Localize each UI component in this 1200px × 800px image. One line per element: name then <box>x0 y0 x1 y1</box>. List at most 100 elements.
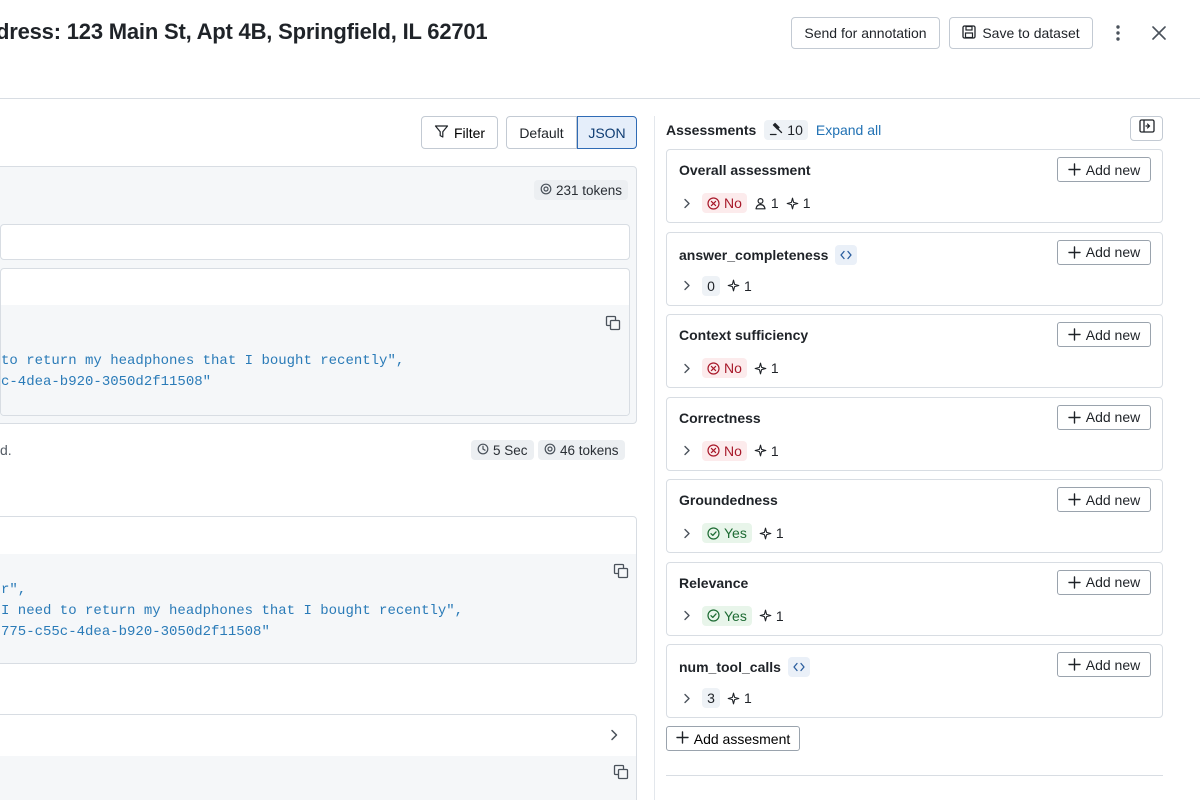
expand-all-link[interactable]: Expand all <box>816 122 881 138</box>
check-circle-icon <box>707 526 720 540</box>
chevron-right-icon[interactable] <box>679 608 695 624</box>
filter-label: Filter <box>453 124 486 141</box>
assessment-title-row: Overall assessment <box>679 162 811 178</box>
ai-judge-count: 1 <box>754 360 779 376</box>
add-new-label: Add new <box>1085 161 1141 178</box>
copy-icon[interactable] <box>605 315 621 331</box>
save-to-dataset-label: Save to dataset <box>982 25 1080 41</box>
filter-button[interactable]: Filter <box>421 116 498 149</box>
assessment-name: Relevance <box>679 574 749 591</box>
code-icon <box>835 244 858 265</box>
copy-icon[interactable] <box>613 563 629 579</box>
code-line: I need to return my headphones that I bo… <box>1 603 464 619</box>
code-line: c-4dea-b920-3050d2f11508" <box>1 374 212 390</box>
close-icon[interactable] <box>1148 22 1170 44</box>
copy-icon[interactable] <box>613 764 629 780</box>
code-line: r", <box>1 582 27 598</box>
assessment-value: Yes <box>724 607 747 624</box>
chevron-right-icon[interactable] <box>679 690 695 706</box>
add-new-button[interactable]: Add new <box>1057 652 1151 677</box>
code-block <box>0 756 636 800</box>
more-options-icon[interactable] <box>1108 22 1128 44</box>
assessment-result-row: No 1 1 <box>679 193 811 213</box>
chevron-right-icon[interactable] <box>679 278 695 294</box>
assessment-card: Overall assessment Add new No 1 1 <box>666 149 1163 223</box>
token-count-text: 46 tokens <box>560 442 619 458</box>
filter-icon <box>434 124 449 142</box>
ai-judge-count-value: 1 <box>744 277 752 294</box>
sparkle-icon <box>727 279 740 292</box>
assessment-value: No <box>724 195 742 211</box>
assessment-title-row: Correctness <box>679 410 761 426</box>
sparkle-icon <box>727 692 740 705</box>
assessment-value: 0 <box>702 275 720 296</box>
ai-judge-count: 1 <box>759 525 784 541</box>
page-header: dress: 123 Main St, Apt 4B, Springfield,… <box>0 0 1200 99</box>
add-new-button[interactable]: Add new <box>1057 239 1151 265</box>
code-block: to return my headphones that I bought re… <box>1 305 629 415</box>
ai-judge-count-value: 1 <box>775 607 784 624</box>
assessment-value: Yes <box>724 525 747 541</box>
plus-icon <box>1068 328 1081 341</box>
collapse-panel-button[interactable] <box>1130 116 1163 141</box>
plus-icon <box>1068 410 1081 424</box>
add-new-button[interactable]: Add new <box>1057 487 1151 512</box>
check-circle-icon <box>707 609 720 622</box>
assessment-value-badge: No <box>702 440 747 461</box>
floppy-disk-icon <box>962 24 976 42</box>
assessment-card: Relevance Add new Yes 1 <box>666 561 1163 636</box>
duration-text: 5 Sec <box>493 442 528 458</box>
add-new-button[interactable]: Add new <box>1057 322 1151 347</box>
gavel-icon <box>769 122 783 139</box>
add-new-button[interactable]: Add new <box>1057 569 1151 595</box>
assessment-name: Groundedness <box>679 492 778 508</box>
send-for-annotation-label: Send for annotation <box>804 25 927 41</box>
chevron-right-icon[interactable] <box>679 443 695 459</box>
token-count-badge: 46 tokens <box>538 440 625 460</box>
assessment-value: No <box>724 442 742 459</box>
clock-icon <box>477 443 489 458</box>
chevron-right-icon[interactable] <box>679 525 695 541</box>
assessment-value-badge: Yes <box>702 523 752 543</box>
assessment-value: 3 <box>702 688 720 708</box>
ai-judge-count-value: 1 <box>770 360 779 376</box>
span-input-row[interactable] <box>0 224 630 260</box>
plus-icon <box>1068 658 1081 671</box>
x-circle-icon <box>707 196 720 210</box>
chevron-right-icon[interactable] <box>679 195 695 211</box>
assessment-value-badge: No <box>702 358 747 378</box>
assessment-value-badge: Yes <box>702 605 752 626</box>
sparkle-icon <box>754 362 767 375</box>
ai-judge-count: 1 <box>754 443 779 459</box>
x-circle-icon <box>707 444 720 457</box>
send-for-annotation-button[interactable]: Send for annotation <box>791 17 940 49</box>
assessment-result-row: No 1 <box>679 440 779 461</box>
panel-divider <box>654 116 655 800</box>
add-assessment-button[interactable]: Add assesment <box>666 726 800 751</box>
assessment-name: Correctness <box>679 409 761 426</box>
chevron-right-icon[interactable] <box>679 360 695 376</box>
human-count: 1 <box>754 195 779 211</box>
add-new-label: Add new <box>1085 409 1141 425</box>
token-icon <box>540 183 552 198</box>
assessment-card: Groundedness Add new Yes 1 <box>666 479 1163 553</box>
ai-judge-count: 1 <box>759 608 784 624</box>
save-to-dataset-button[interactable]: Save to dataset <box>949 17 1093 49</box>
sparkle-icon <box>759 609 772 622</box>
view-mode-json[interactable]: JSON <box>577 116 637 149</box>
code-icon <box>787 657 810 677</box>
human-count-value: 1 <box>770 195 779 211</box>
token-count-text: 231 tokens <box>556 182 623 198</box>
view-mode-default[interactable]: Default <box>506 116 577 149</box>
assessment-result-row: 3 1 <box>679 688 752 708</box>
assessment-name: num_tool_calls <box>679 659 781 675</box>
add-new-button[interactable]: Add new <box>1057 404 1151 430</box>
assessment-name: Overall assessment <box>679 162 811 178</box>
assessments-count: 10 <box>787 122 803 138</box>
add-new-button[interactable]: Add new <box>1057 157 1151 182</box>
assessment-title-row: Relevance <box>679 575 748 591</box>
chevron-right-icon[interactable] <box>609 728 619 746</box>
assessment-title-row: num_tool_calls <box>679 657 810 677</box>
assessments-count-badge: 10 <box>764 120 808 140</box>
plus-icon <box>1068 163 1081 176</box>
